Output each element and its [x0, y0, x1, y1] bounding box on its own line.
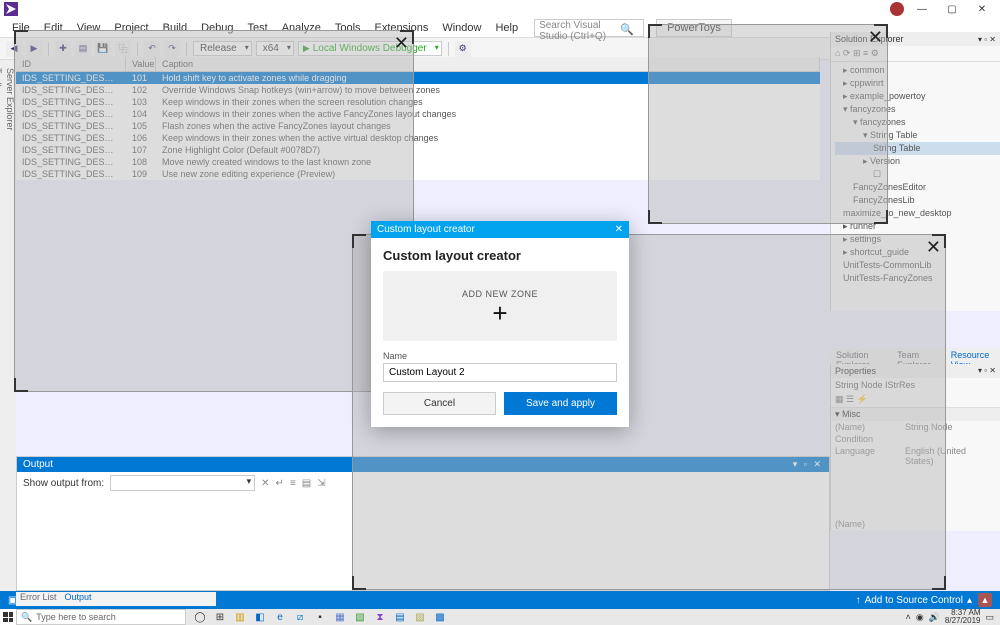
tray-volume-icon[interactable]: 🔊: [929, 612, 940, 623]
start-button[interactable]: [0, 609, 16, 625]
zone-close-icon[interactable]: ✕: [394, 33, 409, 54]
output-wrap-icon[interactable]: ↵: [276, 478, 284, 489]
panel-controls[interactable]: ▾ ▫ ✕: [978, 366, 996, 376]
output-toggle-icon[interactable]: ▤: [302, 478, 311, 489]
excel-icon[interactable]: ▧: [350, 609, 370, 625]
output-scroll-icon[interactable]: ⇲: [317, 478, 325, 489]
custom-layout-dialog: Custom layout creator ✕ Custom layout cr…: [371, 221, 629, 427]
output-from-label: Show output from:: [23, 478, 104, 489]
vscode-icon[interactable]: ⧄: [290, 609, 310, 625]
tray-wifi-icon[interactable]: ◉: [916, 612, 924, 623]
toolbox-tab[interactable]: Toolbox: [0, 64, 4, 591]
tab-error-list[interactable]: Error List: [20, 592, 57, 606]
tool-icon[interactable]: ⚙: [455, 41, 471, 57]
outlook-icon[interactable]: ◧: [250, 609, 270, 625]
layout-name-input[interactable]: [383, 363, 617, 382]
cancel-button[interactable]: Cancel: [383, 392, 496, 415]
plus-icon: +: [492, 303, 507, 323]
explorer-icon[interactable]: ▥: [230, 609, 250, 625]
powershell-icon[interactable]: ▤: [390, 609, 410, 625]
edge-icon[interactable]: e: [270, 609, 290, 625]
add-zone-button[interactable]: ADD NEW ZONE +: [383, 271, 617, 341]
minimize-button[interactable]: —: [912, 2, 932, 16]
search-icon: 🔍: [614, 21, 640, 38]
bottom-tool-tabs: Error List Output: [16, 592, 216, 606]
close-button[interactable]: ✕: [972, 2, 992, 16]
teams-icon[interactable]: ▦: [330, 609, 350, 625]
tray-notifications-icon[interactable]: ▭: [985, 612, 994, 623]
cortana-icon[interactable]: ◯: [190, 609, 210, 625]
save-apply-button[interactable]: Save and apply: [504, 392, 617, 415]
vs-icon[interactable]: ⧗: [370, 609, 390, 625]
menu-help[interactable]: Help: [489, 20, 524, 36]
menu-window[interactable]: Window: [436, 20, 487, 36]
output-source-dropdown[interactable]: [110, 475, 255, 491]
tab-output[interactable]: Output: [65, 592, 92, 606]
zone-close-icon[interactable]: ✕: [926, 237, 941, 258]
dialog-titlebar: Custom layout creator: [377, 224, 475, 235]
title-bar: — ▢ ✕: [0, 0, 1000, 18]
taskview-icon[interactable]: ⊞: [210, 609, 230, 625]
notifications-icon[interactable]: ▲: [978, 593, 992, 607]
dialog-close-icon[interactable]: ✕: [615, 224, 623, 235]
name-label: Name: [383, 351, 617, 361]
taskbar-search[interactable]: 🔍 Type here to search: [16, 609, 186, 625]
app-icon[interactable]: ▩: [430, 609, 450, 625]
fancyzone-zone-2[interactable]: ✕: [648, 24, 888, 224]
panel-controls[interactable]: ▾ ▫ ✕: [978, 35, 996, 44]
maximize-button[interactable]: ▢: [942, 2, 962, 16]
zone-close-icon[interactable]: ✕: [868, 27, 883, 48]
windows-taskbar: 🔍 Type here to search ◯ ⊞ ▥ ◧ e ⧄ ▪ ▦ ▧ …: [0, 609, 1000, 625]
dialog-heading: Custom layout creator: [383, 248, 617, 263]
terminal-icon[interactable]: ▪: [310, 609, 330, 625]
tray-chevron-icon[interactable]: ˄: [906, 612, 911, 622]
vs-logo-icon: [4, 2, 18, 16]
app-icon[interactable]: ▨: [410, 609, 430, 625]
output-clear-icon[interactable]: ✕: [261, 478, 269, 489]
add-source-control-button[interactable]: ↑ Add to Source Control ▴: [856, 595, 972, 606]
user-avatar[interactable]: [890, 2, 904, 16]
tab-resource-view[interactable]: Resource View: [945, 348, 1000, 364]
output-goto-icon[interactable]: ≡: [290, 478, 296, 489]
tray-clock[interactable]: 8:37 AM8/27/2019: [945, 609, 981, 625]
output-title: Output: [23, 459, 53, 470]
